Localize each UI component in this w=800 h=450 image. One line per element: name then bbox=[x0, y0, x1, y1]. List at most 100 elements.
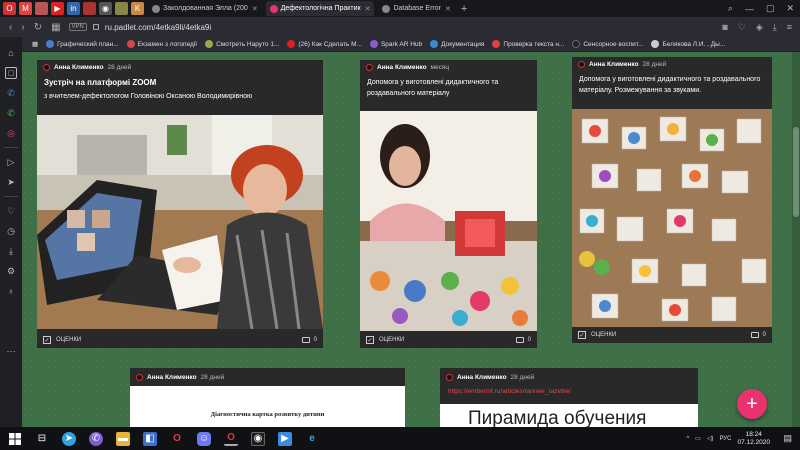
box-icon[interactable]: ▢ bbox=[5, 67, 17, 79]
url-field[interactable]: ru.padlet.com/4etka9li/4etka9i bbox=[105, 23, 211, 32]
windows-start-icon[interactable] bbox=[8, 432, 22, 446]
store-icon[interactable]: ◧ bbox=[143, 431, 157, 446]
k-tab-icon[interactable]: K bbox=[131, 2, 144, 15]
steam-icon[interactable]: ◉ bbox=[251, 431, 265, 446]
post-image[interactable] bbox=[360, 111, 537, 331]
more-icon[interactable]: ⋯ bbox=[5, 345, 17, 357]
gmail-tab-icon[interactable]: M bbox=[19, 2, 32, 15]
tab-ella[interactable]: Заколдованная Элла (200 ✕ bbox=[148, 1, 262, 16]
network-icon[interactable]: ▭ bbox=[695, 435, 701, 442]
player-icon[interactable]: ▷ bbox=[5, 156, 17, 168]
discord-icon[interactable]: ☺ bbox=[197, 431, 211, 446]
comments[interactable]: 0 bbox=[301, 337, 317, 343]
close-icon[interactable]: ✕ bbox=[365, 5, 371, 13]
eye-tab-icon[interactable]: ◉ bbox=[99, 2, 112, 15]
post-image[interactable] bbox=[572, 109, 772, 327]
post-card[interactable]: Анна Клименко 28 дней Зустріч на платфор… bbox=[37, 60, 323, 348]
linkedin-tab-icon[interactable]: in bbox=[67, 2, 80, 15]
viber-icon[interactable]: ✆ bbox=[89, 431, 103, 446]
comments[interactable]: 0 bbox=[750, 332, 766, 338]
home-icon[interactable]: ⌂ bbox=[5, 47, 17, 59]
notifications-icon[interactable]: ▤ bbox=[783, 433, 792, 444]
file-explorer-icon[interactable]: ▬ bbox=[116, 431, 130, 446]
comments[interactable]: 0 bbox=[515, 337, 531, 343]
pinned-tab-icon[interactable] bbox=[35, 2, 48, 15]
pinned-tab-icon[interactable] bbox=[115, 2, 128, 15]
forward-icon[interactable]: › bbox=[21, 22, 24, 33]
lock-icon[interactable] bbox=[92, 24, 99, 30]
close-icon[interactable]: ✕ bbox=[445, 5, 451, 13]
tab-database-error[interactable]: Database Error ✕ bbox=[378, 1, 454, 16]
checkmark-icon[interactable]: ✓ bbox=[578, 331, 586, 339]
bookmark-item[interactable]: Документация bbox=[430, 40, 484, 48]
post-footer: ✓ ОЦЕНКИ 0 bbox=[572, 327, 772, 343]
heart-icon[interactable]: ♡ bbox=[5, 205, 17, 217]
reload-icon[interactable]: ↻ bbox=[34, 22, 42, 33]
task-view-icon[interactable]: ⊟ bbox=[35, 432, 49, 446]
scrollbar-thumb[interactable] bbox=[793, 127, 799, 217]
post-card[interactable]: Анна Клименко 28 дней Діагностична картк… bbox=[130, 368, 405, 427]
minimize-icon[interactable]: — bbox=[745, 4, 754, 14]
back-icon[interactable]: ‹ bbox=[9, 22, 12, 33]
checkmark-icon[interactable]: ✓ bbox=[366, 336, 374, 344]
bookmark-item[interactable]: Графический план... bbox=[46, 40, 119, 48]
camera-icon[interactable]: ◙ bbox=[722, 22, 727, 33]
menu-icon[interactable]: ≡ bbox=[787, 22, 792, 33]
ratings-label[interactable]: ОЦЕНКИ bbox=[56, 337, 81, 343]
download-icon[interactable]: ⤓ bbox=[5, 245, 17, 257]
opera-icon[interactable]: O bbox=[170, 432, 184, 446]
apps-icon[interactable]: ▦ bbox=[32, 40, 38, 48]
whatsapp-icon[interactable]: ✆ bbox=[5, 107, 17, 119]
checkmark-icon[interactable]: ✓ bbox=[43, 336, 51, 344]
opera-menu-icon[interactable]: O bbox=[3, 2, 16, 15]
close-icon[interactable]: ✕ bbox=[252, 5, 258, 13]
post-link[interactable]: https://emberinf.ru/articles/rannee_razv… bbox=[440, 386, 698, 397]
add-post-button[interactable]: + bbox=[737, 389, 767, 419]
zoom-icon[interactable]: ▶ bbox=[278, 431, 292, 446]
bookmark-item[interactable]: Проверка текста н... bbox=[492, 40, 564, 48]
instagram-icon[interactable]: ◎ bbox=[5, 127, 17, 139]
edge-icon[interactable]: e bbox=[305, 432, 319, 446]
post-header: Анна Клименко 28 дней bbox=[440, 368, 698, 386]
close-icon[interactable]: ✕ bbox=[786, 3, 794, 14]
post-card[interactable]: Анна Клименко 28 дней Допомога у виготов… bbox=[572, 57, 772, 343]
bookmark-item[interactable]: Смотреть Наруто 1... bbox=[205, 40, 279, 48]
search-icon[interactable]: ⌕ bbox=[728, 3, 733, 14]
tabs-grid-icon[interactable]: ▦ bbox=[51, 22, 60, 33]
bulb-icon[interactable]: ♁ bbox=[5, 285, 17, 297]
messenger-icon[interactable]: ✆ bbox=[5, 87, 17, 99]
history-icon[interactable]: ◷ bbox=[5, 225, 17, 237]
maximize-icon[interactable]: ▢ bbox=[766, 3, 775, 14]
clock[interactable]: 18:24 07.12.2020 bbox=[737, 431, 770, 447]
bookmark-item[interactable]: Екзамен з логопедії bbox=[126, 40, 197, 48]
ratings-label[interactable]: ОЦЕНКИ bbox=[379, 337, 404, 343]
vpn-badge[interactable]: VPN bbox=[68, 23, 87, 31]
language-indicator[interactable]: РУС bbox=[719, 436, 731, 442]
heart-icon[interactable]: ♡ bbox=[738, 22, 746, 33]
post-image[interactable] bbox=[37, 115, 323, 329]
pinned-tab-icon[interactable] bbox=[83, 2, 96, 15]
opera-active-icon[interactable]: O bbox=[224, 432, 238, 446]
post-card[interactable]: Анна Клименко 28 дней https://emberinf.r… bbox=[440, 368, 698, 427]
send-icon[interactable]: ➤ bbox=[5, 176, 17, 188]
telegram-icon[interactable]: ➤ bbox=[62, 431, 76, 446]
new-tab-button[interactable]: + bbox=[461, 3, 467, 15]
ratings-label[interactable]: ОЦЕНКИ bbox=[591, 332, 616, 338]
tab-padlet[interactable]: Дефектологічна Практик ✕ bbox=[265, 1, 375, 16]
youtube-tab-icon[interactable]: ▶ bbox=[51, 2, 64, 15]
post-card[interactable]: Анна Клименко месяц Допомога у виготовле… bbox=[360, 60, 537, 348]
post-header: Анна Клименко месяц bbox=[360, 60, 537, 75]
scrollbar[interactable] bbox=[792, 52, 800, 427]
settings-icon[interactable]: ⚙ bbox=[5, 265, 17, 277]
shield-icon[interactable]: ◈ bbox=[756, 22, 763, 33]
chevron-up-icon[interactable]: ^ bbox=[686, 436, 689, 442]
bookmark-item[interactable]: Spark AR Hub bbox=[369, 40, 422, 48]
bookmark-item[interactable]: Сенсорное воспит... bbox=[572, 40, 643, 48]
bookmark-item[interactable]: (26) Как Сделать М... bbox=[287, 40, 362, 48]
volume-icon[interactable]: ◁) bbox=[707, 435, 714, 442]
document-preview[interactable]: Діагностична картка розвитку дитини bbox=[130, 386, 405, 427]
download-icon[interactable]: ⤓ bbox=[773, 22, 777, 33]
bookmark-item[interactable]: Белякова Л.И. , Ды... bbox=[651, 40, 725, 48]
link-preview[interactable]: Пирамида обучения bbox=[440, 404, 698, 427]
avatar bbox=[578, 61, 585, 68]
